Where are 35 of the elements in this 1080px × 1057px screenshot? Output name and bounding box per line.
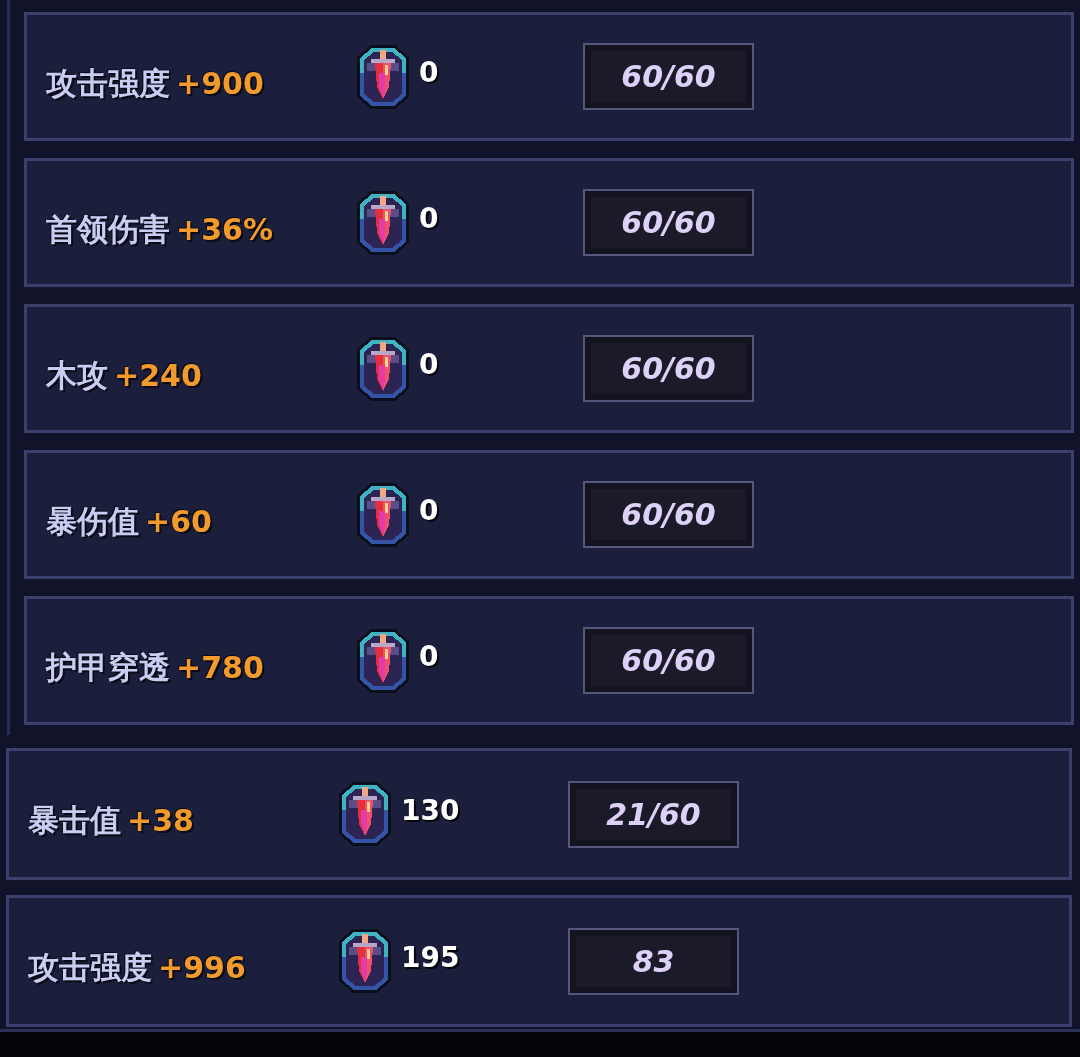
stat-bonus: +900 [176,65,264,101]
cost-count: 0 [419,640,439,673]
level-counter: 21/60 [568,780,739,848]
stat-name: 木攻 [46,355,108,395]
stat-bonus: +60 [145,503,212,539]
level-counter: 60/60 [583,627,754,694]
stat-bonus: +38 [127,803,194,838]
stat-name: 攻击强度 [46,63,170,103]
stat-name: 护甲穿透 [46,647,170,687]
stat-name: 攻击强度 [28,948,152,987]
stat-name: 首领伤害 [46,209,170,249]
level-counter: 60/60 [583,43,754,110]
stat-bonus: +996 [158,950,246,985]
cost-count: 0 [419,56,439,89]
level-counter: 60/60 [583,481,754,548]
level-counter: 83 [568,927,739,995]
crystal-badge-icon [339,782,391,846]
crystal-badge-icon [339,929,391,993]
level-counter: 60/60 [583,189,754,256]
crystal-badge-icon [357,190,409,255]
crystal-badge-icon [357,336,409,401]
cost-count: 0 [419,348,439,381]
cost-count: 0 [419,202,439,235]
stat-bonus: +36% [176,211,273,247]
cost-count: 0 [419,494,439,527]
crystal-badge-icon [357,44,409,109]
stat-bonus: +780 [176,649,264,685]
stat-bonus: +240 [114,357,202,393]
stat-name: 暴伤值 [46,501,139,541]
cost-count: 130 [401,793,460,827]
stat-name: 暴击值 [28,801,121,840]
cost-count: 195 [401,940,460,974]
level-counter: 60/60 [583,335,754,402]
crystal-badge-icon [357,628,409,693]
crystal-badge-icon [357,482,409,547]
